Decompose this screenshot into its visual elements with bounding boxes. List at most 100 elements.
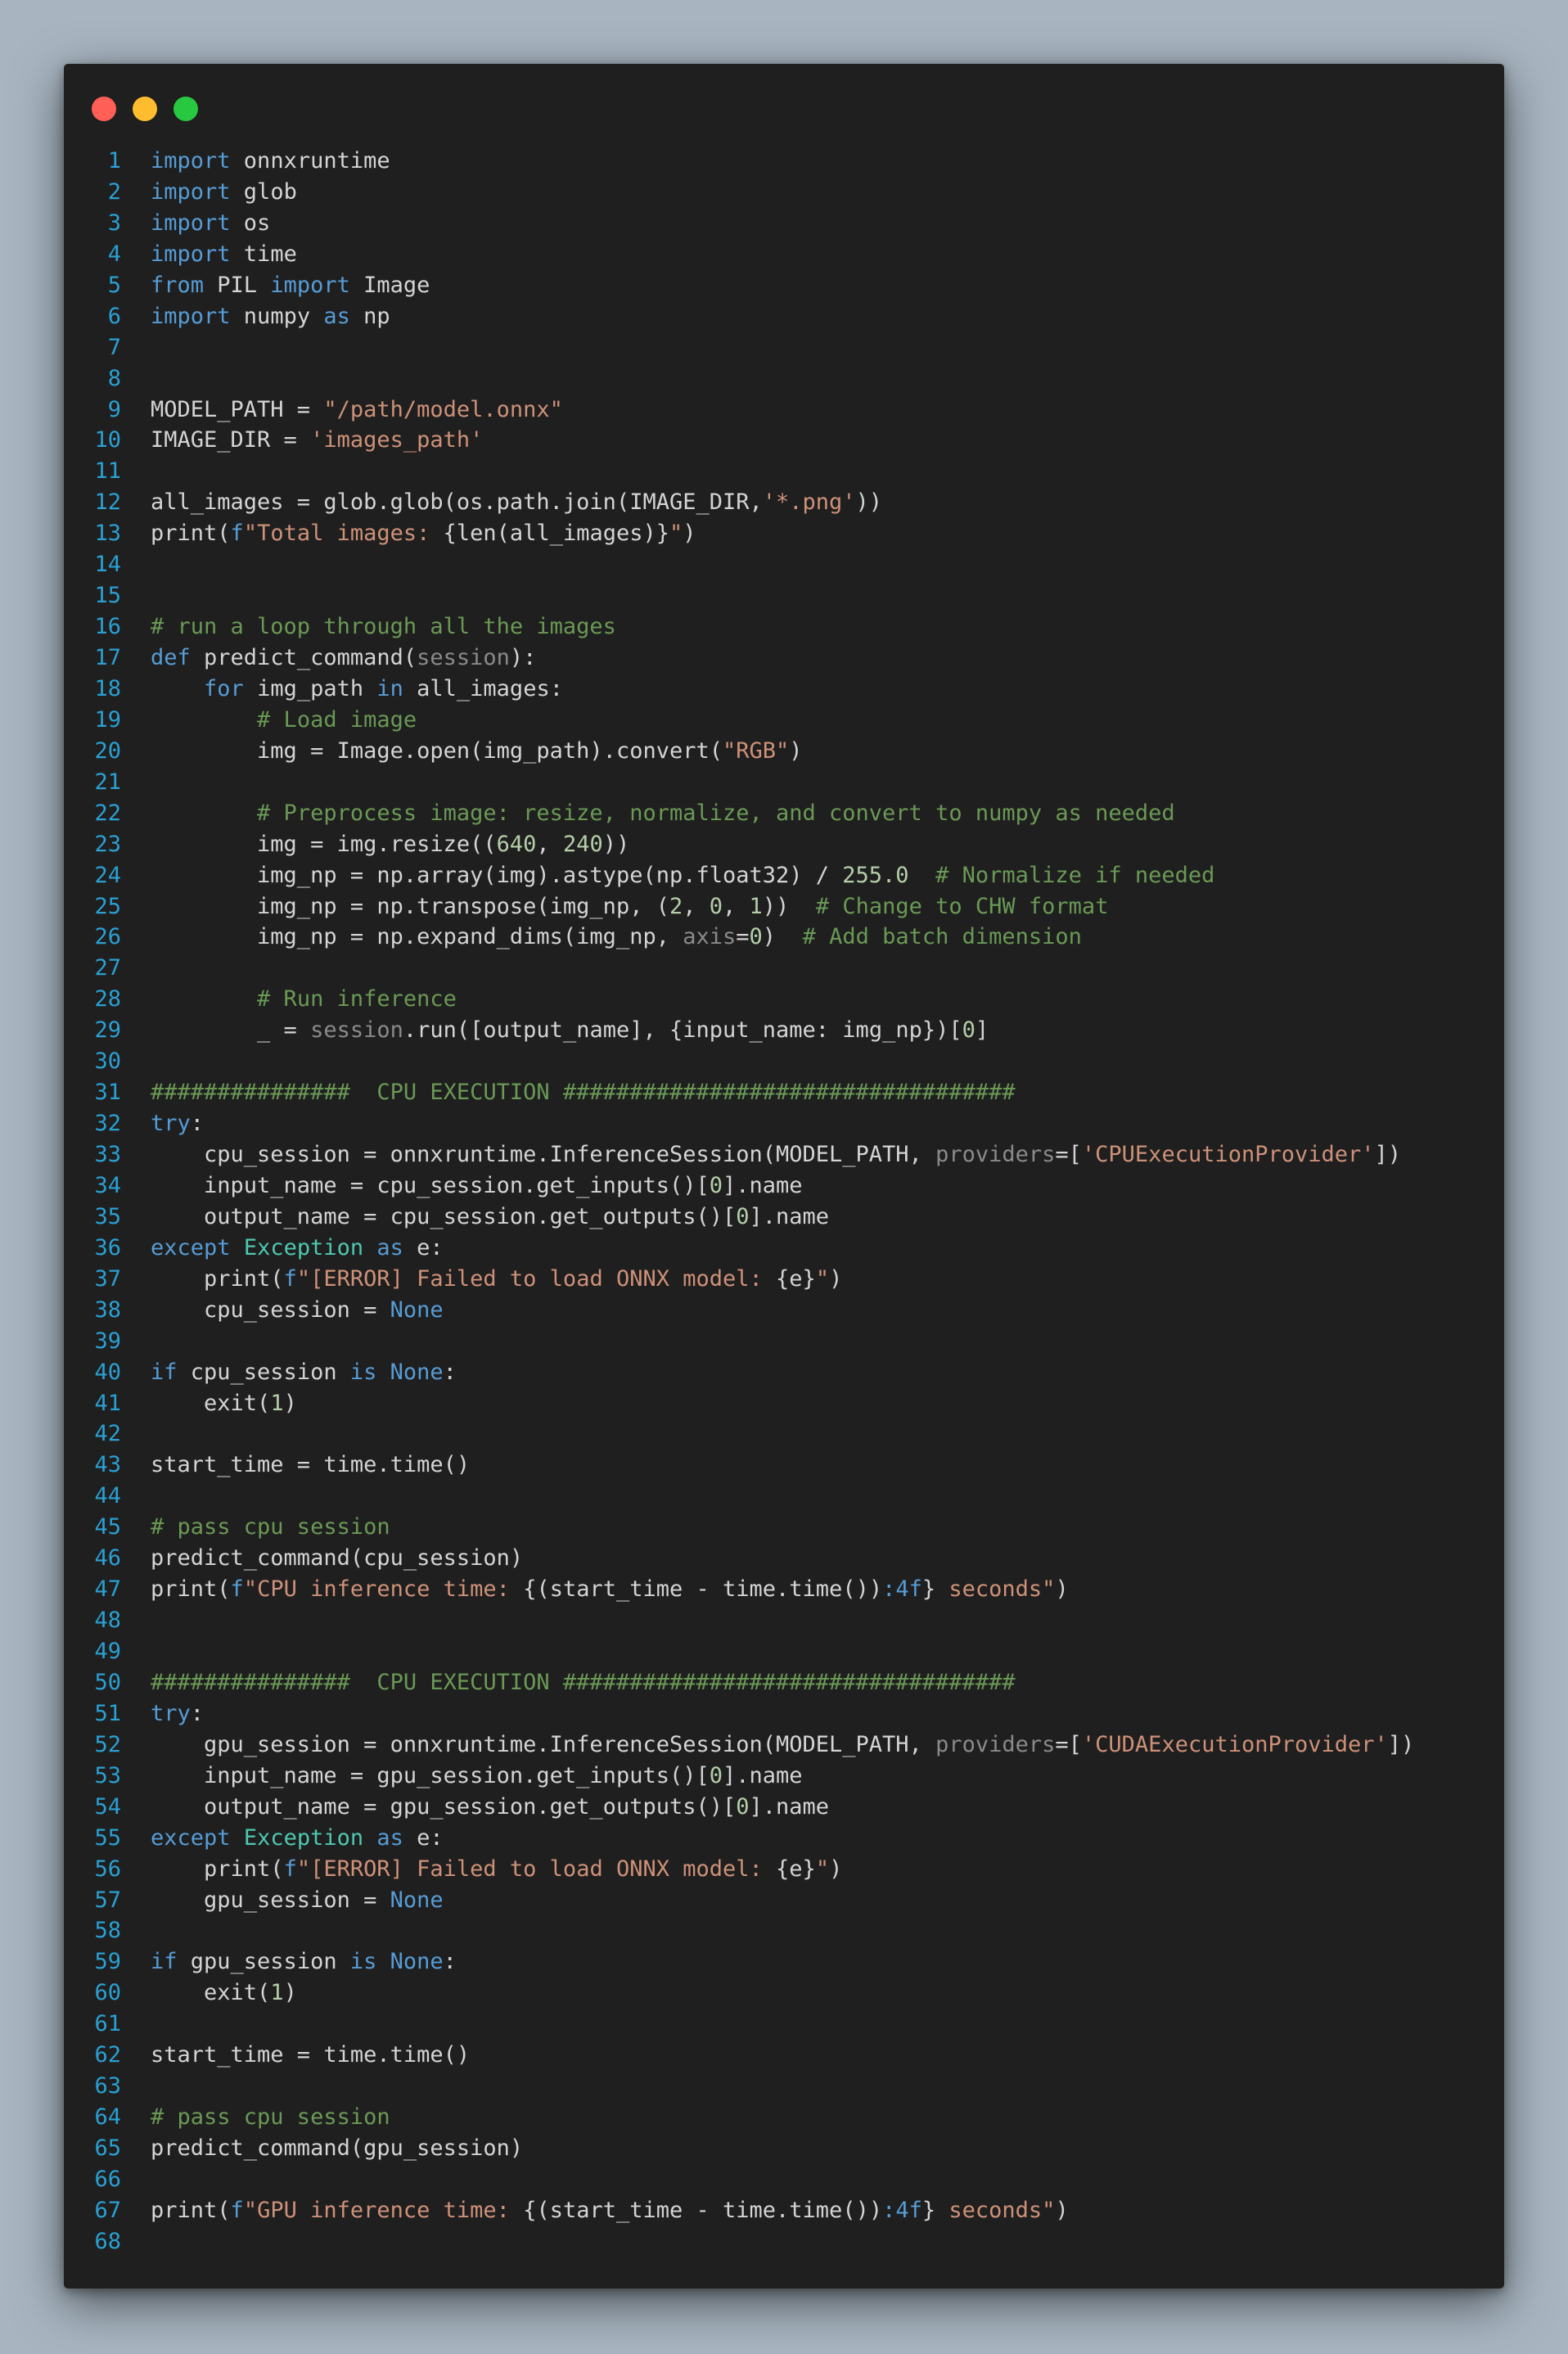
line-number: 21 (94, 769, 121, 795)
line-number: 17 (94, 645, 121, 670)
line-number: 28 (94, 986, 121, 1012)
line-number: 31 (94, 1080, 121, 1106)
code-token: print( (151, 1856, 284, 1882)
code-token: try (151, 1111, 191, 1137)
code-token: gpu_session = (151, 1887, 390, 1913)
code-token: ]) (1387, 1731, 1415, 1757)
code-line: 47 print(f"CPU inference time: {(start_ti… (64, 1574, 1504, 1605)
code-token: as (376, 1234, 403, 1260)
code-token: =[ (1055, 1731, 1082, 1757)
code-token: ]) (1374, 1142, 1402, 1167)
code-token: )) (855, 489, 883, 516)
code-line: 48 (64, 1605, 1504, 1636)
zoom-window-button[interactable] (173, 97, 198, 121)
code-token: f (283, 1856, 297, 1882)
line-number: 37 (94, 1265, 121, 1292)
code-token: for (204, 675, 244, 701)
line-number: 64 (94, 2104, 121, 2131)
code-token: np (349, 303, 390, 329)
line-number: 27 (94, 955, 121, 981)
line-text: img_np = np.expand_dims(img_np, axis=0) … (151, 922, 1082, 953)
code-token: 1 (270, 1980, 284, 2006)
line-number: 62 (94, 2042, 121, 2068)
code-line: 26 img_np = np.expand_dims(img_np, axis=… (64, 922, 1504, 953)
code-token: '*.png' (762, 489, 856, 516)
code-line: 46 predict_command(cpu_session) (64, 1543, 1504, 1574)
code-token: ].name (749, 1793, 830, 1820)
line-text: print(f"CPU inference time: {(start_time… (151, 1574, 1069, 1605)
code-token: 0 (736, 1793, 750, 1820)
code-token: output_name = gpu_session.get_outputs()[ (151, 1793, 737, 1820)
line-text: except Exception as e: (151, 1823, 444, 1854)
code-token: e: (403, 1234, 444, 1260)
code-token: "CPU inference time: (243, 1576, 524, 1603)
code-line: 33 cpu_session = onnxruntime.InferenceSe… (64, 1139, 1504, 1170)
code-token: {(start_time - time.time()) (523, 1576, 883, 1603)
code-token: # Load image (257, 706, 417, 733)
code-token: : (190, 1700, 205, 1726)
line-number: 5 (107, 272, 121, 298)
code-token: glob (230, 178, 297, 205)
code-token: Exception (243, 1234, 364, 1260)
close-window-button[interactable] (92, 97, 116, 121)
code-token: 0 (749, 924, 763, 950)
code-line: 18 for img_path in all_images: (64, 674, 1504, 705)
code-token: providers (935, 1142, 1056, 1167)
code-line: 22 # Preprocess image: resize, normalize… (64, 798, 1504, 829)
line-number: 68 (94, 2228, 121, 2254)
line-number: 35 (94, 1203, 121, 1229)
code-token: # Run inference (257, 986, 457, 1012)
code-line: 37 print(f"[ERROR] Failed to load ONNX m… (64, 1264, 1504, 1295)
code-token: ) (683, 521, 696, 547)
line-number: 20 (94, 737, 121, 764)
code-line: 61 (64, 2009, 1504, 2040)
code-token: : (443, 1359, 457, 1385)
code-token: 'CPUExecutionProvider' (1081, 1142, 1375, 1167)
code-token: ) (829, 1856, 843, 1882)
code-token: is (349, 1359, 377, 1385)
code-token: # Preprocess image: resize, normalize, a… (257, 800, 1175, 826)
code-token: print( (151, 1576, 231, 1603)
code-token: ) (283, 1980, 297, 2006)
code-token: IMAGE_DIR = (151, 427, 311, 453)
line-text: except Exception as e: (151, 1233, 444, 1264)
line-number: 63 (94, 2073, 121, 2099)
code-line: 25 img_np = np.transpose(img_np, (2, 0, … (64, 891, 1504, 922)
line-number: 61 (94, 2011, 121, 2037)
code-line: 11 (64, 456, 1504, 487)
code-token: " (815, 1265, 830, 1292)
code-line: 17 def predict_command(session): (64, 643, 1504, 674)
code-token: ] (975, 1017, 989, 1044)
code-line: 65 predict_command(gpu_session) (64, 2133, 1504, 2164)
line-number: 42 (94, 1421, 121, 1447)
minimize-window-button[interactable] (133, 97, 157, 121)
code-token: :4f (882, 2197, 922, 2223)
code-token: _ = (151, 1017, 311, 1044)
line-number: 48 (94, 1608, 121, 1634)
code-line: 9 MODEL_PATH = "/path/model.onnx" (64, 395, 1504, 426)
code-token: input_name = gpu_session.get_inputs()[ (151, 1762, 710, 1788)
code-token: def (151, 645, 191, 670)
code-token: ) (1055, 2197, 1069, 2223)
code-token: : (190, 1111, 205, 1137)
line-text: MODEL_PATH = "/path/model.onnx" (151, 395, 563, 426)
line-text: if cpu_session is None: (151, 1357, 457, 1388)
line-text: all_images = glob.glob(os.path.join(IMAG… (151, 487, 882, 518)
code-token: , (536, 831, 563, 857)
code-line: 35 output_name = cpu_session.get_outputs… (64, 1202, 1504, 1233)
line-number: 46 (94, 1545, 121, 1572)
code-line: 21 (64, 767, 1504, 798)
code-token: gpu_session (177, 1949, 350, 1975)
code-token: PIL (204, 272, 271, 298)
code-line: 31 ############### CPU EXECUTION ########… (64, 1077, 1504, 1108)
line-text: img_np = np.transpose(img_np, (2, 0, 1))… (151, 891, 1108, 922)
code-token: # Normalize if needed (935, 862, 1215, 888)
code-token: predict_command(cpu_session) (151, 1545, 524, 1572)
code-line: 62 start_time = time.time() (64, 2040, 1504, 2071)
code-token: onnxruntime (230, 148, 390, 174)
code-token: import (151, 210, 231, 236)
line-text: try: (151, 1698, 204, 1729)
code-token: numpy (230, 303, 324, 329)
